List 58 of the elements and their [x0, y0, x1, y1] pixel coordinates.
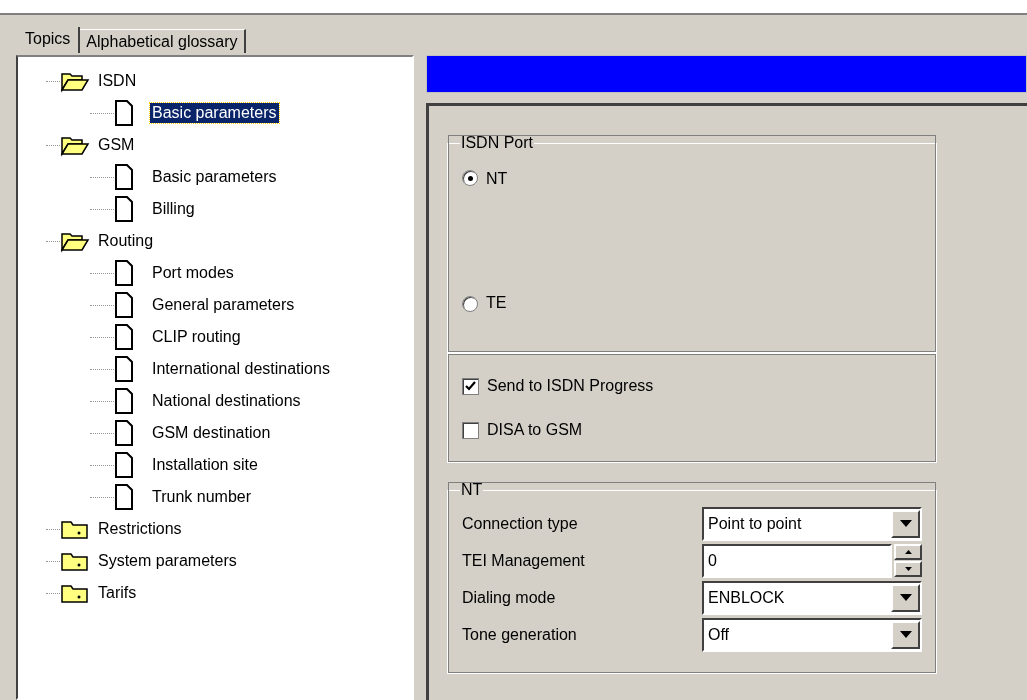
up-arrow-icon — [904, 550, 912, 554]
dropdown[interactable]: Point to point — [702, 506, 922, 541]
document-icon — [114, 388, 134, 414]
checkbox-option[interactable]: Send to ISDN Progress — [462, 364, 922, 408]
tree-item[interactable]: General parameters — [150, 295, 297, 315]
tree-item[interactable]: Billing — [150, 199, 197, 219]
field-label: Tone generation — [462, 625, 578, 644]
spin-up-button[interactable] — [894, 544, 922, 560]
document-icon — [114, 324, 134, 350]
radio-button[interactable] — [462, 296, 478, 312]
checkmark-icon — [465, 381, 476, 391]
radio-option[interactable]: NT — [462, 170, 922, 226]
dropdown[interactable]: ENBLOCK — [702, 580, 922, 615]
down-arrow-icon — [899, 594, 912, 601]
tree-item[interactable]: Basic parameters — [150, 103, 279, 123]
document-icon — [114, 164, 134, 190]
tree-item[interactable]: Restrictions — [96, 519, 184, 539]
down-arrow-icon — [899, 631, 912, 638]
dropdown-button[interactable] — [891, 509, 920, 538]
checkbox[interactable] — [462, 421, 479, 439]
number-field[interactable]: 0 — [702, 543, 892, 578]
tree-item[interactable]: Tarifs — [96, 583, 139, 603]
down-arrow-icon — [904, 567, 912, 571]
tree-item[interactable]: System parameters — [96, 551, 239, 571]
document-icon — [114, 484, 134, 510]
document-icon — [114, 356, 134, 382]
document-icon — [114, 196, 134, 222]
document-icon — [114, 452, 134, 478]
group-title: ISDN Port — [460, 134, 534, 152]
document-icon — [114, 100, 134, 126]
down-arrow-icon — [899, 520, 912, 527]
document-icon — [114, 260, 134, 286]
checkbox-option[interactable]: DISA to GSM — [462, 408, 922, 452]
radio-button[interactable] — [462, 170, 478, 186]
radio-option[interactable]: TE — [462, 226, 922, 312]
tree-item[interactable]: National destinations — [150, 391, 303, 411]
tab[interactable]: Alphabetical glossary — [80, 29, 246, 53]
tree-item[interactable]: GSM — [96, 135, 137, 155]
tree-item[interactable]: Port modes — [150, 263, 236, 283]
tree-item[interactable]: International destinations — [150, 359, 332, 379]
document-icon — [114, 292, 134, 318]
field-label: Connection type — [462, 514, 579, 533]
tree-item[interactable]: ISDN — [96, 71, 139, 91]
spin-down-button[interactable] — [894, 561, 922, 577]
tree-item[interactable]: Routing — [96, 231, 156, 251]
checkbox[interactable] — [462, 377, 479, 395]
tree-item[interactable]: GSM destination — [150, 423, 273, 443]
dropdown-button[interactable] — [891, 620, 920, 649]
tree-item[interactable]: Basic parameters — [150, 167, 279, 187]
tree-item[interactable]: Installation site — [150, 455, 260, 475]
document-icon — [114, 420, 134, 446]
field-label: TEI Management — [462, 551, 586, 570]
tree-item[interactable]: Trunk number — [150, 487, 253, 507]
dropdown[interactable]: Off — [702, 617, 922, 652]
field-label: Dialing mode — [462, 588, 557, 607]
group-title: NT — [460, 481, 484, 499]
dropdown-button[interactable] — [891, 583, 920, 612]
tree-item[interactable]: CLIP routing — [150, 327, 243, 347]
